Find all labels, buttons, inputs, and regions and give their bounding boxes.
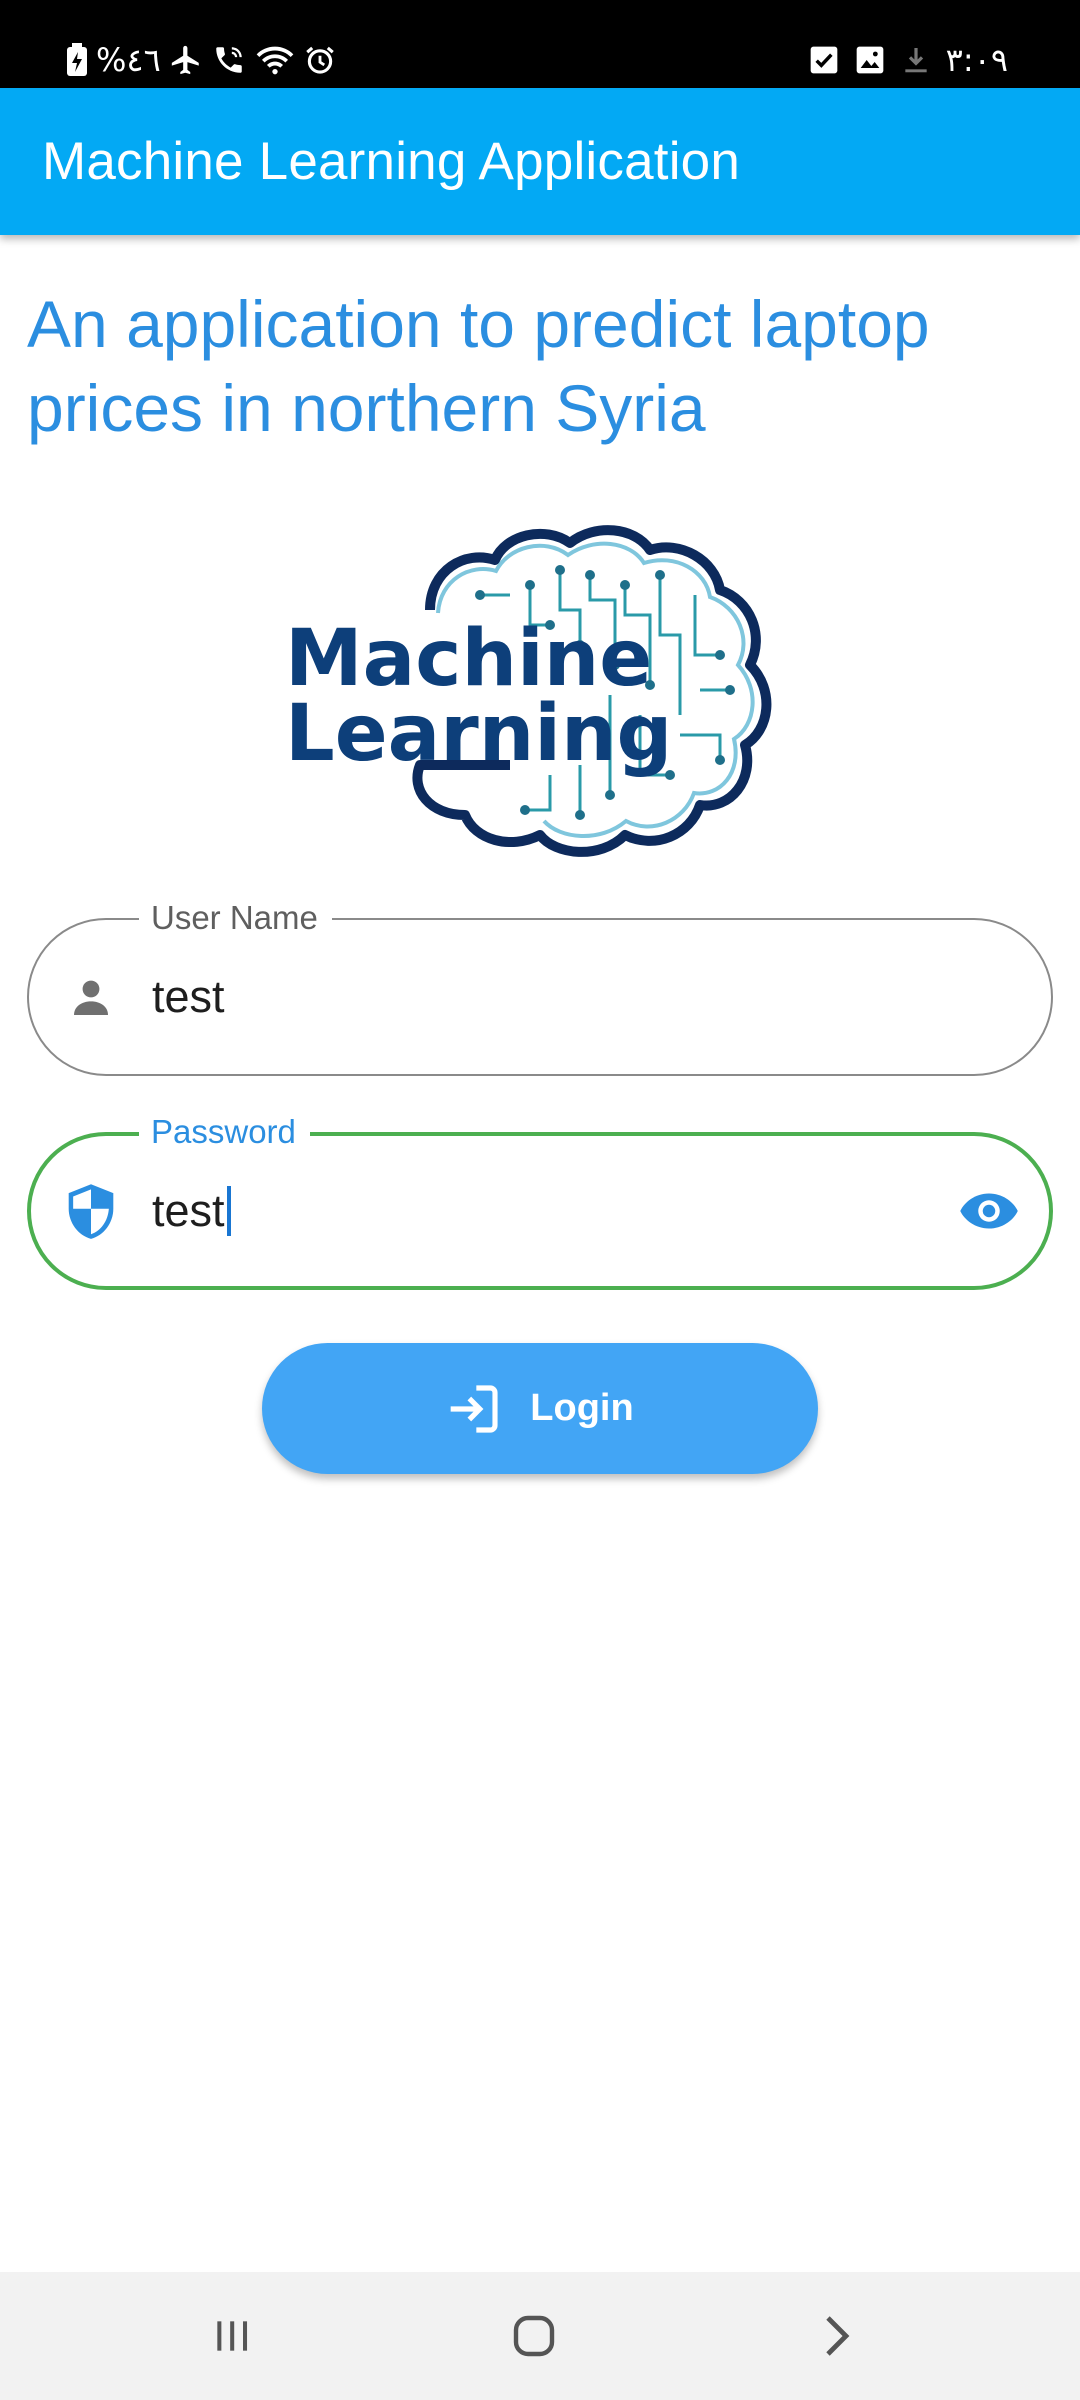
password-field[interactable]: Password test — [27, 1112, 1053, 1290]
battery-percent: %٤٦ — [96, 41, 161, 79]
wifi-calling-icon — [211, 43, 247, 77]
status-bar: %٤٦ ٣:٠٩ — [0, 0, 1080, 88]
checkbox-notification-icon — [808, 44, 840, 76]
password-value: test — [152, 1185, 225, 1236]
login-button[interactable]: Login — [262, 1343, 818, 1474]
username-input[interactable]: test — [152, 920, 225, 1074]
login-label: Login — [530, 1387, 634, 1429]
text-cursor — [226, 1186, 231, 1236]
intro-heading: An application to predict laptop prices … — [27, 287, 930, 445]
image-notification-icon — [854, 44, 886, 76]
home-icon[interactable] — [474, 2272, 594, 2400]
app-bar: Machine Learning Application — [0, 88, 1080, 235]
shield-icon — [63, 1183, 119, 1239]
login-icon — [446, 1381, 502, 1437]
username-field[interactable]: User Name test — [27, 898, 1053, 1076]
wifi-icon — [255, 43, 295, 77]
airplane-icon — [169, 43, 203, 77]
status-bar-left: %٤٦ — [66, 38, 337, 82]
machine-learning-logo: Machine Learning — [280, 515, 810, 865]
system-nav-bar — [0, 2272, 1080, 2400]
clock: ٣:٠٩ — [945, 41, 1008, 79]
eye-icon[interactable] — [957, 1179, 1021, 1243]
password-input[interactable]: test — [152, 1136, 231, 1286]
app-bar-title: Machine Learning Application — [42, 132, 741, 191]
person-icon — [63, 969, 119, 1025]
alarm-icon — [303, 43, 337, 77]
status-bar-right: ٣:٠٩ — [808, 38, 1008, 82]
battery-charging-icon — [66, 43, 88, 77]
logo-line-2: Learning — [285, 689, 672, 779]
back-icon[interactable] — [776, 2272, 896, 2400]
recent-apps-icon[interactable] — [172, 2272, 292, 2400]
download-notification-icon — [900, 44, 932, 76]
